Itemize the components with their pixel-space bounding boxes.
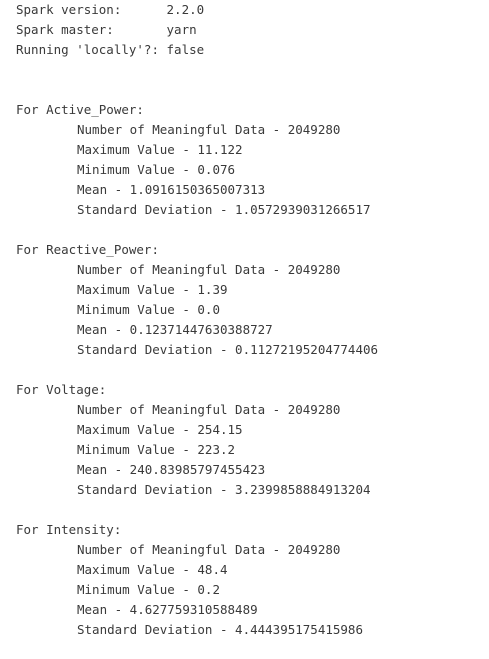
stat-line: Minimum Value - 0.076 <box>77 162 236 177</box>
stat-line: Number of Meaningful Data - 2049280 <box>77 542 341 557</box>
stat-line: Number of Meaningful Data - 2049280 <box>77 402 341 417</box>
console-output: Spark version: 2.2.0 Spark master: yarn … <box>16 0 486 640</box>
spark-version-line: Spark version: 2.2.0 <box>16 2 205 17</box>
stat-line: Standard Deviation - 3.2399858884913204 <box>77 482 371 497</box>
section-heading: For Voltage: <box>16 382 107 397</box>
stats-section-intensity: For Intensity: Number of Meaningful Data… <box>16 520 486 640</box>
section-heading: For Reactive_Power: <box>16 242 159 257</box>
section-heading: For Intensity: <box>16 522 122 537</box>
running-locally-line: Running 'locally'?: false <box>16 42 205 57</box>
spark-master-line: Spark master: yarn <box>16 22 197 37</box>
stats-section-voltage: For Voltage: Number of Meaningful Data -… <box>16 380 486 500</box>
section-heading: For Active_Power: <box>16 102 144 117</box>
stats-section-reactive-power: For Reactive_Power: Number of Meaningful… <box>16 240 486 360</box>
stat-line: Mean - 4.627759310588489 <box>77 602 258 617</box>
stats-section-active-power: For Active_Power: Number of Meaningful D… <box>16 100 486 220</box>
stat-line: Maximum Value - 1.39 <box>77 282 228 297</box>
stat-line: Maximum Value - 48.4 <box>77 562 228 577</box>
stat-line: Number of Meaningful Data - 2049280 <box>77 122 341 137</box>
stat-line: Standard Deviation - 4.444395175415986 <box>77 622 363 637</box>
stat-line: Standard Deviation - 0.11272195204774406 <box>77 342 379 357</box>
stat-line: Number of Meaningful Data - 2049280 <box>77 262 341 277</box>
stat-line: Minimum Value - 223.2 <box>77 442 236 457</box>
stat-line: Minimum Value - 0.0 <box>77 302 220 317</box>
stat-line: Mean - 1.0916150365007313 <box>77 182 266 197</box>
stat-line: Mean - 240.83985797455423 <box>77 462 266 477</box>
stat-line: Mean - 0.12371447630388727 <box>77 322 273 337</box>
stat-line: Standard Deviation - 1.0572939031266517 <box>77 202 371 217</box>
stat-line: Maximum Value - 254.15 <box>77 422 243 437</box>
stat-line: Maximum Value - 11.122 <box>77 142 243 157</box>
stat-line: Minimum Value - 0.2 <box>77 582 220 597</box>
